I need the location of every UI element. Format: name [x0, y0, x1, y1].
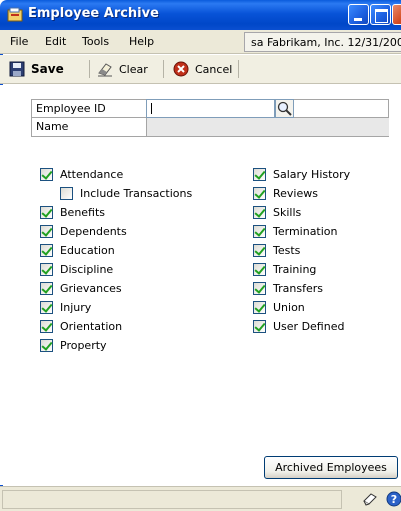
name-label: Name	[36, 120, 69, 133]
checkbox-box[interactable]	[253, 244, 266, 257]
archive-app-icon	[7, 7, 23, 22]
status-panel	[2, 490, 342, 509]
form-area: Employee ID Name Attendance Include Trans…	[0, 85, 401, 485]
maximize-button[interactable]	[370, 4, 391, 25]
toolbar-separator	[238, 60, 239, 78]
checkbox-label: Union	[273, 301, 305, 314]
checkbox-label: Dependents	[60, 225, 127, 238]
employee-archive-window: Employee Archive File Edit Tools Help sa…	[0, 0, 401, 511]
title-bar[interactable]: Employee Archive	[0, 0, 401, 30]
checkbox-training[interactable]: Training	[253, 263, 316, 276]
checkbox-label: Salary History	[273, 168, 351, 181]
checkbox-education[interactable]: Education	[40, 244, 115, 257]
employee-id-input[interactable]	[146, 99, 275, 118]
checkbox-box[interactable]	[60, 187, 73, 200]
employee-id-label: Employee ID	[36, 102, 106, 115]
checkbox-box[interactable]	[40, 206, 53, 219]
minimize-button[interactable]	[348, 4, 369, 25]
checkbox-salary-history[interactable]: Salary History	[253, 168, 350, 181]
checkbox-box[interactable]	[40, 244, 53, 257]
window-title: Employee Archive	[28, 6, 159, 21]
checkbox-reviews[interactable]: Reviews	[253, 187, 318, 200]
checkbox-box[interactable]	[40, 168, 53, 181]
name-value-field	[146, 118, 389, 136]
employee-lookup-button[interactable]	[275, 99, 294, 118]
company-date-display: sa Fabrikam, Inc. 12/31/2008	[244, 32, 401, 52]
menu-tools[interactable]: Tools	[82, 35, 109, 48]
checkbox-label: Transfers	[273, 282, 323, 295]
cancel-button[interactable]: Cancel	[173, 61, 232, 77]
checkbox-label: Property	[60, 339, 107, 352]
archived-employees-button[interactable]: Archived Employees	[264, 456, 398, 479]
close-button[interactable]	[392, 4, 401, 25]
checkbox-include-transactions[interactable]: Include Transactions	[60, 187, 192, 200]
checkbox-box[interactable]	[253, 301, 266, 314]
toolbar: Save Clear Cancel	[0, 55, 401, 84]
magnifier-icon	[277, 101, 292, 116]
checkbox-property[interactable]: Property	[40, 339, 107, 352]
menu-file[interactable]: File	[10, 35, 28, 48]
checkbox-dependents[interactable]: Dependents	[40, 225, 127, 238]
checkbox-termination[interactable]: Termination	[253, 225, 338, 238]
floppy-disk-icon	[9, 61, 25, 77]
checkbox-attendance[interactable]: Attendance	[40, 168, 123, 181]
save-label: Save	[31, 62, 64, 76]
text-caret	[151, 103, 152, 114]
cancel-label: Cancel	[195, 62, 233, 76]
checkbox-box[interactable]	[40, 225, 53, 238]
checkbox-box[interactable]	[253, 206, 266, 219]
checkbox-box[interactable]	[253, 225, 266, 238]
clear-button[interactable]: Clear	[97, 61, 148, 77]
checkbox-box[interactable]	[40, 339, 53, 352]
checkbox-box[interactable]	[40, 320, 53, 333]
checkbox-label: Benefits	[60, 206, 106, 219]
help-icon[interactable]: ?	[386, 491, 401, 507]
checkbox-benefits[interactable]: Benefits	[40, 206, 105, 219]
clear-label: Clear	[119, 62, 148, 76]
checkbox-orientation[interactable]: Orientation	[40, 320, 122, 333]
note-icon[interactable]	[362, 491, 378, 507]
employee-id-row: Employee ID	[31, 99, 389, 118]
checkbox-box[interactable]	[253, 168, 266, 181]
checkbox-label: Injury	[60, 301, 92, 314]
checkbox-label: Tests	[273, 244, 301, 257]
checkbox-label: Skills	[273, 206, 302, 219]
checkbox-label: Discipline	[60, 263, 114, 276]
checkbox-label: Termination	[273, 225, 338, 238]
checkbox-label: Include Transactions	[80, 187, 193, 200]
checkbox-skills[interactable]: Skills	[253, 206, 301, 219]
checkbox-box[interactable]	[253, 282, 266, 295]
checkbox-discipline[interactable]: Discipline	[40, 263, 113, 276]
svg-text:?: ?	[391, 493, 397, 506]
checkbox-label: Orientation	[60, 320, 123, 333]
checkbox-grievances[interactable]: Grievances	[40, 282, 122, 295]
checkbox-injury[interactable]: Injury	[40, 301, 91, 314]
menu-help[interactable]: Help	[129, 35, 154, 48]
checkbox-user-defined[interactable]: User Defined	[253, 320, 344, 333]
eraser-icon	[98, 63, 112, 77]
checkbox-label: Reviews	[273, 187, 318, 200]
checkbox-label: User Defined	[273, 320, 345, 333]
menu-edit[interactable]: Edit	[45, 35, 66, 48]
save-button[interactable]: Save	[9, 61, 64, 77]
checkbox-box[interactable]	[253, 263, 266, 276]
cancel-icon	[173, 61, 189, 77]
checkbox-box[interactable]	[40, 301, 53, 314]
checkbox-union[interactable]: Union	[253, 301, 305, 314]
toolbar-separator	[89, 60, 90, 78]
checkbox-tests[interactable]: Tests	[253, 244, 300, 257]
checkbox-label: Grievances	[60, 282, 122, 295]
checkbox-label: Attendance	[60, 168, 124, 181]
checkbox-box[interactable]	[253, 320, 266, 333]
checkbox-box[interactable]	[253, 187, 266, 200]
checkbox-box[interactable]	[40, 282, 53, 295]
checkbox-label: Training	[273, 263, 317, 276]
menu-bar: File Edit Tools Help sa Fabrikam, Inc. 1…	[0, 30, 401, 54]
checkbox-label: Education	[60, 244, 115, 257]
checkbox-transfers[interactable]: Transfers	[253, 282, 323, 295]
checkbox-box[interactable]	[40, 263, 53, 276]
toolbar-separator	[163, 60, 164, 78]
name-row: Name	[31, 118, 389, 137]
status-bar: ?	[0, 486, 401, 511]
